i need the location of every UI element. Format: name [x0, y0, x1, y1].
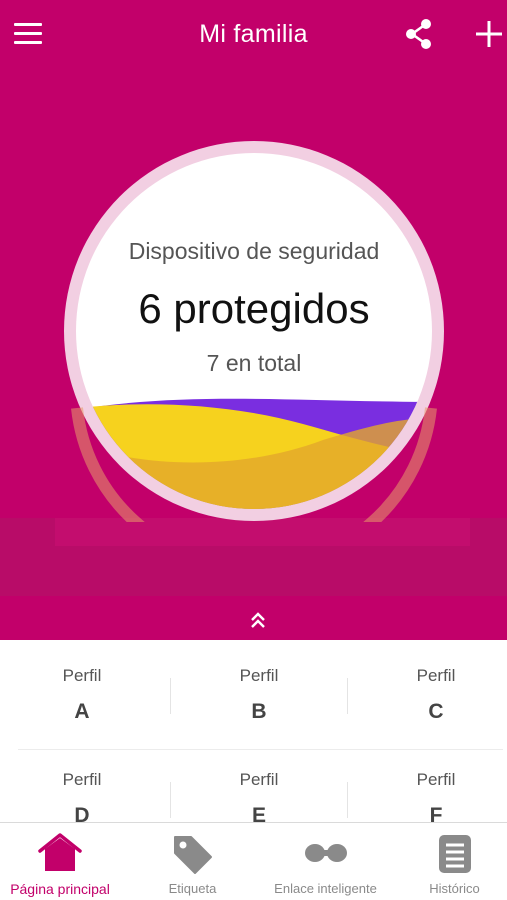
- nav-history[interactable]: Histórico: [402, 823, 507, 900]
- profile-label: Perfil: [62, 666, 102, 685]
- row-divider: [18, 749, 503, 750]
- profile-letter: A: [74, 700, 90, 723]
- column-divider: [170, 782, 171, 818]
- link-icon: [304, 844, 347, 862]
- nav-home[interactable]: Página principal: [0, 823, 120, 900]
- profile-label: Perfil: [62, 770, 102, 789]
- hero-panel: Mi familia Dispositivo de seguridad 6 pr…: [0, 0, 507, 640]
- history-icon: [438, 835, 471, 873]
- nav-label: Enlace inteligente: [274, 881, 377, 896]
- nav-tag[interactable]: Etiqueta: [130, 823, 255, 900]
- total-count: 7 en total: [206, 350, 302, 376]
- add-button[interactable]: [474, 19, 504, 49]
- tag-icon: [173, 836, 212, 874]
- profile-letter: E: [251, 804, 266, 822]
- nav-label: Etiqueta: [168, 881, 217, 896]
- double-chevron-up-icon: [251, 612, 265, 628]
- profile-label: Perfil: [416, 666, 456, 685]
- profile-a[interactable]: Perfil A: [2, 666, 162, 724]
- profile-grid: Perfil A Perfil B Perfil C Perfil D Perf…: [0, 640, 507, 822]
- protected-count: 6 protegidos: [138, 285, 370, 332]
- column-divider: [347, 782, 348, 818]
- device-subtitle: Dispositivo de seguridad: [128, 238, 380, 264]
- plus-icon: [476, 21, 502, 47]
- profile-f[interactable]: Perfil F: [356, 770, 507, 822]
- nav-label: Histórico: [429, 881, 480, 896]
- profile-d[interactable]: Perfil D: [2, 770, 162, 822]
- column-divider: [347, 678, 348, 714]
- bottom-navigation: Página principal Etiqueta Enlace intelig…: [0, 822, 507, 900]
- profile-b[interactable]: Perfil B: [179, 666, 339, 724]
- profile-label: Perfil: [239, 770, 279, 789]
- share-icon: [406, 19, 431, 49]
- share-button[interactable]: [404, 18, 434, 50]
- protection-gauge[interactable]: Dispositivo de seguridad 6 protegidos 7 …: [63, 140, 445, 574]
- hero-shadow-band-top: [55, 518, 470, 546]
- profile-letter: F: [429, 804, 443, 822]
- home-icon: [38, 833, 82, 871]
- top-app-bar: Mi familia: [0, 0, 507, 70]
- profile-letter: C: [428, 700, 444, 723]
- expand-button[interactable]: [246, 610, 270, 632]
- profile-e[interactable]: Perfil E: [179, 770, 339, 822]
- profile-label: Perfil: [416, 770, 456, 789]
- column-divider: [170, 678, 171, 714]
- profile-label: Perfil: [239, 666, 279, 685]
- profile-c[interactable]: Perfil C: [356, 666, 507, 724]
- gauge-text: Dispositivo de seguridad 6 protegidos 7 …: [63, 140, 445, 522]
- nav-smart-link[interactable]: Enlace inteligente: [258, 823, 393, 900]
- profile-letter: D: [74, 804, 90, 822]
- nav-label: Página principal: [10, 881, 110, 897]
- profile-letter: B: [251, 700, 267, 723]
